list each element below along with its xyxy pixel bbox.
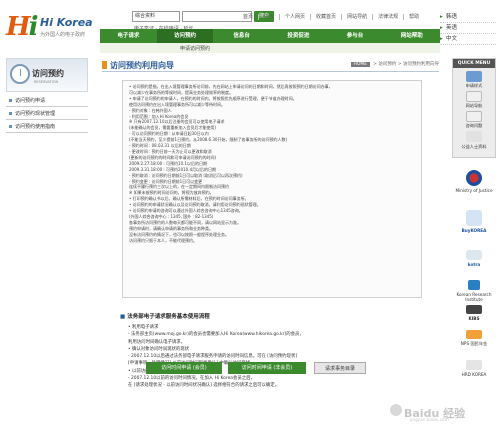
lang-korean[interactable]: 韩语 (440, 12, 496, 23)
section-line: - 2007.12.10以前的访问时间情况，在加入 Hi Korea会员之后， (128, 376, 255, 382)
section-list: • 利用电子请求 - 法务部主页(www.moj.go.kr)的会员也需要加入H… (128, 324, 428, 390)
nav-visit-reservation[interactable]: 访问预约 (156, 29, 214, 43)
sub-nav: 申请访问预约 (100, 43, 440, 53)
nav-participation[interactable]: 参与台 (327, 29, 384, 43)
main-nav: 电子请求 访问预约 信息台 投资促进 参与台 网站帮助 (100, 29, 440, 43)
quick-item-public[interactable]: 公益人士资料 (453, 144, 495, 150)
nav-info-desk[interactable]: 信息台 (213, 29, 270, 43)
lang-chinese[interactable]: 中文 (440, 34, 496, 45)
logo-subtitle: 为外国人的电子政府 (40, 32, 86, 38)
buykorea-logo-icon (466, 210, 482, 226)
partner-research[interactable]: Korean Research Institute (452, 280, 496, 302)
kotra-logo-icon (466, 250, 482, 260)
subnav-apply-reservation[interactable]: 申请访问预约 (180, 45, 210, 52)
partner-moj[interactable]: Ministry of Justice (452, 170, 496, 193)
sitemap-icon[interactable] (466, 91, 482, 102)
clock-icon (10, 64, 30, 84)
nav-investment[interactable]: 投资促进 (270, 29, 327, 43)
paw-icon (390, 404, 402, 416)
research-logo-icon (468, 280, 480, 290)
section-line: - 2007.12.10以后通过法务部电子请求服务申请的访问时间信息，可在 [访… (128, 354, 298, 360)
section-line: • 利用电子请求 (128, 325, 159, 330)
partner-buykorea[interactable]: BuyKOREA (452, 210, 496, 233)
sidebar-item-guide[interactable]: 访问预约使用指南 (6, 121, 88, 133)
request-list-button[interactable]: 请求事务目录 (314, 362, 366, 374)
usage-info-box: • 访问预约是指，在出入境管理事务所访问前，先在网站上申请访问的日期和时间，然后… (122, 80, 422, 298)
page-title: 访问预约利用向导 (110, 61, 174, 70)
baidu-watermark: Baidu 经验 jingyan.baidu.com (390, 402, 496, 424)
partner-hrd[interactable]: HRD KOREA (452, 360, 496, 377)
kibs-logo-icon (466, 305, 482, 314)
section-line: 利用访问时间确认电子请求。 (128, 339, 186, 345)
breadcrumb-path: > 访问预约 > 访问预约利用向导 (373, 62, 439, 67)
sidebar-subtitle: RESERVATION (34, 80, 59, 84)
top-link-bookmark[interactable]: 收藏首页 (310, 14, 341, 20)
nav-e-request[interactable]: 电子请求 (100, 29, 157, 43)
nav-site-help[interactable]: 网站帮助 (383, 29, 440, 43)
search-category-select[interactable]: 综合资料 (132, 11, 180, 22)
title-divider (102, 71, 439, 72)
sidebar-item-status[interactable]: 访问预约现状管理 (6, 108, 88, 120)
top-link-home[interactable]: 首页 (238, 14, 258, 20)
quick-item-faq[interactable]: 咨询问题 (453, 123, 495, 129)
top-link-sitemap[interactable]: 网站导航 (341, 14, 372, 20)
apply-member-button[interactable]: 访问时间申请 (会员) (146, 362, 222, 374)
title-marker (102, 61, 107, 69)
language-selector: 韩语 英语 中文 (440, 12, 496, 45)
logo-mark: Hi (6, 12, 38, 42)
top-link-login[interactable]: 进入 (258, 14, 279, 20)
hrd-logo-icon (466, 360, 482, 370)
top-utility-links: 首页 进入 个人网页 收藏首页 网站导航 法律法规 帮助 (238, 12, 424, 22)
section-line: 在 [请求处理状况 - 以前访问时间状况确认] 选择相符合的请求之后可以确定。 (128, 383, 280, 389)
breadcrumb: HOME > 访问预约 > 访问预约利用向导 (350, 61, 439, 67)
main-content: 访问预约利用向导 HOME > 访问预约 > 访问预约利用向导 • 访问预约是指，… (98, 56, 443, 406)
quick-menu-title: QUICK MENU (453, 59, 495, 68)
quick-item-forms[interactable]: 申请样式 (453, 83, 495, 89)
partner-kibs[interactable]: KIBS (452, 305, 496, 321)
hikorea-logo[interactable]: Hi Hi Korea 为外国人的电子政府 (6, 10, 98, 50)
logo-name: Hi Korea (40, 16, 93, 29)
top-link-help[interactable]: 帮助 (403, 14, 424, 20)
question-icon[interactable] (466, 111, 482, 122)
partner-nps[interactable]: NPS 国民年金 (452, 330, 496, 347)
section-title: 法务部电子请求服务基本使用流程 (120, 312, 210, 320)
quick-menu: QUICK MENU 申请样式 网站导航 咨询问题 公益人士资料 (452, 58, 496, 158)
sidebar-item-apply[interactable]: 访问预约申请 (6, 95, 88, 107)
document-icon[interactable] (466, 131, 482, 142)
section-line: - 法务部主页(www.moj.go.kr)的会员也需要加入Hi Korea(w… (128, 332, 304, 338)
info-line: 访问预约只限于本人，不能代理预约。 (129, 237, 197, 243)
form-icon[interactable] (466, 71, 482, 82)
top-link-mypage[interactable]: 个人网页 (279, 14, 310, 20)
quick-item-sitemap[interactable]: 网站导航 (453, 103, 495, 109)
top-link-laws[interactable]: 法律法规 (372, 14, 403, 20)
sidebar-title: 访问预约 (32, 69, 64, 78)
moj-emblem-icon (466, 170, 482, 186)
section-line: • 确认对象访问时间现状的现状 (128, 346, 190, 352)
nps-logo-icon (466, 330, 482, 339)
breadcrumb-home[interactable]: HOME (350, 62, 371, 67)
apply-nonmember-button[interactable]: 访问时间申请 (非会员) (228, 362, 306, 374)
lang-english[interactable]: 英语 (440, 23, 496, 34)
partner-kotra[interactable]: kotra (452, 250, 496, 267)
